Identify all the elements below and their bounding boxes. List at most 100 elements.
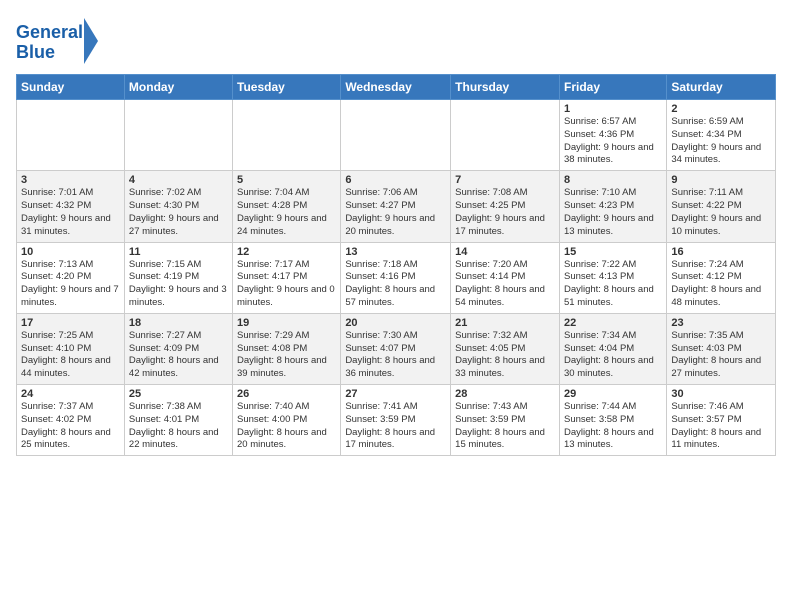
day-number: 7 [455, 174, 555, 186]
calendar-cell: 17Sunrise: 7:25 AM Sunset: 4:10 PM Dayli… [17, 313, 125, 384]
day-number: 21 [455, 317, 555, 329]
day-info: Sunrise: 7:06 AM Sunset: 4:27 PM Dayligh… [345, 187, 446, 238]
day-number: 5 [237, 174, 336, 186]
calendar-cell: 5Sunrise: 7:04 AM Sunset: 4:28 PM Daylig… [233, 171, 341, 242]
day-number: 24 [21, 388, 120, 400]
calendar-cell: 12Sunrise: 7:17 AM Sunset: 4:17 PM Dayli… [233, 242, 341, 313]
calendar-table: SundayMondayTuesdayWednesdayThursdayFrid… [16, 74, 776, 456]
day-number: 9 [671, 174, 771, 186]
day-number: 17 [21, 317, 120, 329]
weekday-header-thursday: Thursday [451, 75, 560, 100]
calendar-cell: 7Sunrise: 7:08 AM Sunset: 4:25 PM Daylig… [451, 171, 560, 242]
calendar-week-row: 10Sunrise: 7:13 AM Sunset: 4:20 PM Dayli… [17, 242, 776, 313]
day-number: 14 [455, 246, 555, 258]
day-number: 30 [671, 388, 771, 400]
calendar-cell: 9Sunrise: 7:11 AM Sunset: 4:22 PM Daylig… [667, 171, 776, 242]
calendar-cell [341, 100, 451, 171]
day-info: Sunrise: 7:08 AM Sunset: 4:25 PM Dayligh… [455, 187, 555, 238]
day-info: Sunrise: 7:15 AM Sunset: 4:19 PM Dayligh… [129, 259, 228, 310]
calendar-cell: 1Sunrise: 6:57 AM Sunset: 4:36 PM Daylig… [559, 100, 666, 171]
calendar-cell: 3Sunrise: 7:01 AM Sunset: 4:32 PM Daylig… [17, 171, 125, 242]
calendar-week-row: 3Sunrise: 7:01 AM Sunset: 4:32 PM Daylig… [17, 171, 776, 242]
logo-svg: GeneralBlue [16, 16, 106, 66]
day-info: Sunrise: 7:41 AM Sunset: 3:59 PM Dayligh… [345, 401, 446, 452]
day-info: Sunrise: 7:17 AM Sunset: 4:17 PM Dayligh… [237, 259, 336, 310]
day-info: Sunrise: 7:01 AM Sunset: 4:32 PM Dayligh… [21, 187, 120, 238]
day-number: 15 [564, 246, 662, 258]
calendar-cell: 6Sunrise: 7:06 AM Sunset: 4:27 PM Daylig… [341, 171, 451, 242]
day-info: Sunrise: 7:30 AM Sunset: 4:07 PM Dayligh… [345, 330, 446, 381]
day-info: Sunrise: 7:43 AM Sunset: 3:59 PM Dayligh… [455, 401, 555, 452]
calendar-cell: 21Sunrise: 7:32 AM Sunset: 4:05 PM Dayli… [451, 313, 560, 384]
page-header: GeneralBlue [16, 16, 776, 66]
day-info: Sunrise: 7:11 AM Sunset: 4:22 PM Dayligh… [671, 187, 771, 238]
weekday-header-wednesday: Wednesday [341, 75, 451, 100]
weekday-header-sunday: Sunday [17, 75, 125, 100]
calendar-cell: 10Sunrise: 7:13 AM Sunset: 4:20 PM Dayli… [17, 242, 125, 313]
calendar-cell: 26Sunrise: 7:40 AM Sunset: 4:00 PM Dayli… [233, 385, 341, 456]
weekday-header-monday: Monday [124, 75, 232, 100]
weekday-header-saturday: Saturday [667, 75, 776, 100]
calendar-cell [233, 100, 341, 171]
calendar-cell: 30Sunrise: 7:46 AM Sunset: 3:57 PM Dayli… [667, 385, 776, 456]
weekday-header-row: SundayMondayTuesdayWednesdayThursdayFrid… [17, 75, 776, 100]
calendar-cell: 29Sunrise: 7:44 AM Sunset: 3:58 PM Dayli… [559, 385, 666, 456]
day-info: Sunrise: 7:10 AM Sunset: 4:23 PM Dayligh… [564, 187, 662, 238]
calendar-cell: 4Sunrise: 7:02 AM Sunset: 4:30 PM Daylig… [124, 171, 232, 242]
day-info: Sunrise: 7:40 AM Sunset: 4:00 PM Dayligh… [237, 401, 336, 452]
calendar-cell: 20Sunrise: 7:30 AM Sunset: 4:07 PM Dayli… [341, 313, 451, 384]
calendar-cell: 24Sunrise: 7:37 AM Sunset: 4:02 PM Dayli… [17, 385, 125, 456]
calendar-cell [124, 100, 232, 171]
calendar-cell: 8Sunrise: 7:10 AM Sunset: 4:23 PM Daylig… [559, 171, 666, 242]
calendar-cell: 23Sunrise: 7:35 AM Sunset: 4:03 PM Dayli… [667, 313, 776, 384]
calendar-cell: 16Sunrise: 7:24 AM Sunset: 4:12 PM Dayli… [667, 242, 776, 313]
day-number: 12 [237, 246, 336, 258]
day-info: Sunrise: 7:37 AM Sunset: 4:02 PM Dayligh… [21, 401, 120, 452]
day-info: Sunrise: 7:44 AM Sunset: 3:58 PM Dayligh… [564, 401, 662, 452]
day-info: Sunrise: 7:38 AM Sunset: 4:01 PM Dayligh… [129, 401, 228, 452]
calendar-week-row: 17Sunrise: 7:25 AM Sunset: 4:10 PM Dayli… [17, 313, 776, 384]
day-number: 2 [671, 103, 771, 115]
day-info: Sunrise: 7:04 AM Sunset: 4:28 PM Dayligh… [237, 187, 336, 238]
day-number: 8 [564, 174, 662, 186]
day-info: Sunrise: 6:59 AM Sunset: 4:34 PM Dayligh… [671, 116, 771, 167]
day-number: 26 [237, 388, 336, 400]
calendar-cell: 27Sunrise: 7:41 AM Sunset: 3:59 PM Dayli… [341, 385, 451, 456]
weekday-header-friday: Friday [559, 75, 666, 100]
day-number: 3 [21, 174, 120, 186]
weekday-header-tuesday: Tuesday [233, 75, 341, 100]
day-number: 13 [345, 246, 446, 258]
svg-text:General: General [16, 22, 83, 42]
day-info: Sunrise: 7:29 AM Sunset: 4:08 PM Dayligh… [237, 330, 336, 381]
day-info: Sunrise: 7:32 AM Sunset: 4:05 PM Dayligh… [455, 330, 555, 381]
day-info: Sunrise: 7:27 AM Sunset: 4:09 PM Dayligh… [129, 330, 228, 381]
day-number: 29 [564, 388, 662, 400]
calendar-cell: 14Sunrise: 7:20 AM Sunset: 4:14 PM Dayli… [451, 242, 560, 313]
day-info: Sunrise: 7:35 AM Sunset: 4:03 PM Dayligh… [671, 330, 771, 381]
svg-text:Blue: Blue [16, 42, 55, 62]
day-number: 22 [564, 317, 662, 329]
calendar-cell: 18Sunrise: 7:27 AM Sunset: 4:09 PM Dayli… [124, 313, 232, 384]
day-number: 10 [21, 246, 120, 258]
day-number: 28 [455, 388, 555, 400]
day-info: Sunrise: 7:20 AM Sunset: 4:14 PM Dayligh… [455, 259, 555, 310]
calendar-cell: 11Sunrise: 7:15 AM Sunset: 4:19 PM Dayli… [124, 242, 232, 313]
calendar-cell: 22Sunrise: 7:34 AM Sunset: 4:04 PM Dayli… [559, 313, 666, 384]
calendar-cell: 19Sunrise: 7:29 AM Sunset: 4:08 PM Dayli… [233, 313, 341, 384]
day-number: 27 [345, 388, 446, 400]
day-info: Sunrise: 7:46 AM Sunset: 3:57 PM Dayligh… [671, 401, 771, 452]
day-number: 1 [564, 103, 662, 115]
calendar-cell: 28Sunrise: 7:43 AM Sunset: 3:59 PM Dayli… [451, 385, 560, 456]
day-number: 18 [129, 317, 228, 329]
day-number: 4 [129, 174, 228, 186]
day-info: Sunrise: 7:22 AM Sunset: 4:13 PM Dayligh… [564, 259, 662, 310]
day-number: 16 [671, 246, 771, 258]
day-info: Sunrise: 7:13 AM Sunset: 4:20 PM Dayligh… [21, 259, 120, 310]
logo: GeneralBlue [16, 16, 106, 66]
calendar-cell: 15Sunrise: 7:22 AM Sunset: 4:13 PM Dayli… [559, 242, 666, 313]
day-info: Sunrise: 7:25 AM Sunset: 4:10 PM Dayligh… [21, 330, 120, 381]
calendar-cell: 25Sunrise: 7:38 AM Sunset: 4:01 PM Dayli… [124, 385, 232, 456]
day-number: 11 [129, 246, 228, 258]
day-number: 23 [671, 317, 771, 329]
day-number: 20 [345, 317, 446, 329]
